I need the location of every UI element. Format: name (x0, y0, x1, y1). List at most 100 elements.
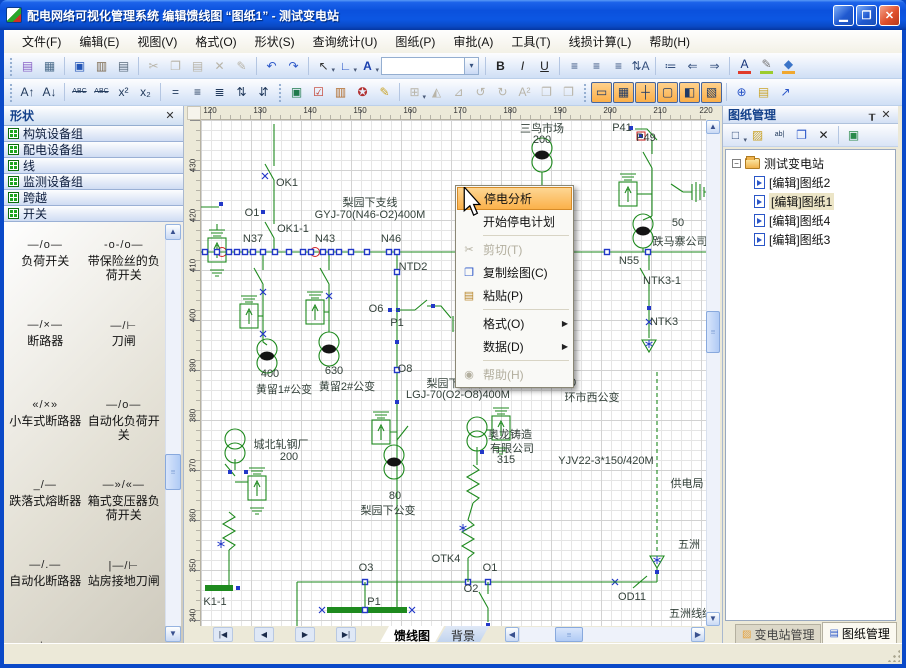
canvas-label[interactable]: NTD2 (399, 261, 428, 273)
close-icon[interactable]: ✕ (163, 109, 177, 122)
table-mode-icon[interactable]: ▦ (39, 55, 60, 76)
scroll-left-icon[interactable]: ◀ (505, 627, 519, 642)
close-button[interactable]: ✕ (879, 5, 900, 26)
shape-item-9[interactable]: |—/⊢站房接地刀闸 (85, 556, 164, 628)
canvas-label[interactable]: 200 (280, 451, 298, 463)
grid-toggle-icon[interactable]: ▦ (613, 82, 634, 103)
tree-item-2[interactable]: [编辑]图纸4 (726, 211, 895, 230)
space-before-icon[interactable]: ⇅ (231, 82, 252, 103)
print-icon[interactable]: ▤ (113, 55, 134, 76)
canvas-label[interactable]: 环市西公变 (565, 389, 620, 405)
canvas-label[interactable]: 315 (497, 454, 515, 466)
canvas-label[interactable]: OK1-1 (277, 223, 309, 235)
stencil-scrollbar[interactable]: ▲ ▼ (165, 224, 182, 642)
shape-group-2[interactable]: 线 (4, 158, 183, 174)
pan-window-toggle-icon[interactable]: ▧ (701, 82, 722, 103)
font-color-icon[interactable]: A (734, 55, 755, 76)
line-spacing-1-icon[interactable]: = (165, 82, 186, 103)
outdent-icon[interactable]: ⇐ (682, 55, 703, 76)
canvas-label[interactable]: 梨园下支线 (343, 194, 398, 210)
bring-forward-icon[interactable]: ❐ (536, 82, 557, 103)
canvas-label[interactable]: P1 (367, 596, 380, 608)
cut-icon[interactable]: ✂ (143, 55, 164, 76)
resize-grip[interactable] (886, 648, 900, 662)
underline-icon[interactable]: U (534, 55, 555, 76)
font-size-shape-icon[interactable]: A² (514, 82, 535, 103)
canvas-label[interactable]: N55 (619, 255, 639, 267)
panel-tab-0[interactable]: ▨变电站管理 (735, 624, 821, 643)
flip-horizontal-icon[interactable]: ◭ (426, 82, 447, 103)
canvas-label[interactable]: 跌马寨公司 (653, 233, 707, 249)
canvas-label[interactable]: O2 (464, 583, 479, 595)
note-icon[interactable]: ✎ (374, 82, 395, 103)
shape-item-3[interactable]: —/⊢刀闸 (85, 316, 164, 388)
shape-item-2[interactable]: —/×—断路器 (6, 316, 85, 388)
paste-icon[interactable]: ▤ (187, 55, 208, 76)
shape-group-4[interactable]: 跨越 (4, 190, 183, 206)
canvas-label[interactable]: O1 (245, 207, 260, 219)
line-spacing-2-icon[interactable]: ≣ (209, 82, 230, 103)
ruler-toggle-icon[interactable]: ▭ (591, 82, 612, 103)
superscript-icon[interactable]: x² (113, 82, 134, 103)
design-mode-icon[interactable]: ▤ (17, 55, 38, 76)
shape-item-7[interactable]: —»/«—箱式变压器负荷开关 (85, 476, 164, 548)
flip-vertical-icon[interactable]: ⊿ (448, 82, 469, 103)
bullets-icon[interactable]: ≔ (660, 55, 681, 76)
send-backward-icon[interactable]: ❐ (558, 82, 579, 103)
align-left-icon[interactable]: ≡ (564, 55, 585, 76)
line-spacing-15-icon[interactable]: ≡ (187, 82, 208, 103)
zoom-pan-icon[interactable]: ⊕ (731, 82, 752, 103)
font-combo[interactable]: ▾ (381, 57, 479, 75)
rename-drawing-icon[interactable]: ab| (769, 125, 790, 146)
bold-icon[interactable]: B (490, 55, 511, 76)
canvas-label[interactable]: P41 (612, 122, 632, 134)
shrink-font-icon[interactable]: A↓ (39, 82, 60, 103)
shape-group-0[interactable]: 构筑设备组 (4, 126, 183, 142)
grow-font-icon[interactable]: A↑ (17, 82, 38, 103)
italic-icon[interactable]: I (512, 55, 533, 76)
canvas-label[interactable]: LGJ-70(O2-O8)400M (406, 389, 510, 401)
highlight-color-icon[interactable]: ✎ (756, 55, 777, 76)
align-center-icon[interactable]: ≡ (586, 55, 607, 76)
canvas-label[interactable]: 400 (261, 368, 279, 380)
scroll-up-icon[interactable]: ▲ (706, 120, 720, 134)
page-preview-icon[interactable]: ▥ (91, 55, 112, 76)
align-right-icon[interactable]: ≡ (608, 55, 629, 76)
menu-item-0[interactable]: 文件(F) (14, 31, 69, 52)
shape-item-1[interactable]: -o-/o—带保险丝的负荷开关 (85, 236, 164, 308)
shape-group-5[interactable]: 开关 (4, 206, 183, 222)
save-icon[interactable]: ▣ (69, 55, 90, 76)
tree-root-item[interactable]: −测试变电站 (726, 154, 895, 173)
text-direction-icon[interactable]: ⇅A (630, 55, 651, 76)
canvas-label[interactable]: 五洲 (678, 536, 700, 552)
menu-item-10[interactable]: 帮助(H) (641, 31, 698, 52)
sheet-tab-0[interactable]: 馈线图 (380, 626, 444, 642)
page-breaks-toggle-icon[interactable]: ◧ (679, 82, 700, 103)
menu-item-8[interactable]: 工具(T) (503, 31, 558, 52)
menu-item-3[interactable]: 格式(O) (187, 31, 244, 52)
shape-group-3[interactable]: 监测设备组 (4, 174, 183, 190)
copy-icon[interactable]: ❐ (165, 55, 186, 76)
sheet-nav-3[interactable]: ▶| (336, 627, 356, 642)
canvas-label[interactable]: O8 (398, 363, 413, 375)
shape-item-4[interactable]: «/×»小车式断路器 (6, 396, 85, 468)
canvas-label[interactable]: 黄留2#公变 (319, 378, 375, 394)
canvas-label[interactable]: 五洲线缆 (669, 605, 706, 621)
scroll-down-icon[interactable]: ▼ (165, 626, 181, 642)
double-strikethrough-icon[interactable]: ABC (91, 82, 112, 103)
canvas-label[interactable]: 供电局 (671, 475, 704, 491)
properties-icon[interactable]: ▤ (753, 82, 774, 103)
indent-icon[interactable]: ⇒ (704, 55, 725, 76)
canvas-label[interactable]: NTK3-1 (643, 275, 681, 287)
scrollbar-thumb[interactable] (165, 454, 181, 490)
menu-item-4[interactable]: 形状(S) (247, 31, 303, 52)
pin-icon[interactable]: ┰ (865, 108, 879, 121)
tree-item-0[interactable]: [编辑]图纸2 (726, 173, 895, 192)
text-tool-icon[interactable]: A▾ (357, 55, 378, 76)
tree-item-1[interactable]: [编辑]图纸1 (726, 192, 895, 211)
approve-icon[interactable]: ☑ (308, 82, 329, 103)
context-menu-item-10[interactable]: ◉帮助(H) (457, 363, 572, 386)
delete-icon[interactable]: ✕ (209, 55, 230, 76)
context-menu-item-8[interactable]: 数据(D)▶ (457, 335, 572, 358)
connector-arrow-icon[interactable]: ↗ (775, 82, 796, 103)
